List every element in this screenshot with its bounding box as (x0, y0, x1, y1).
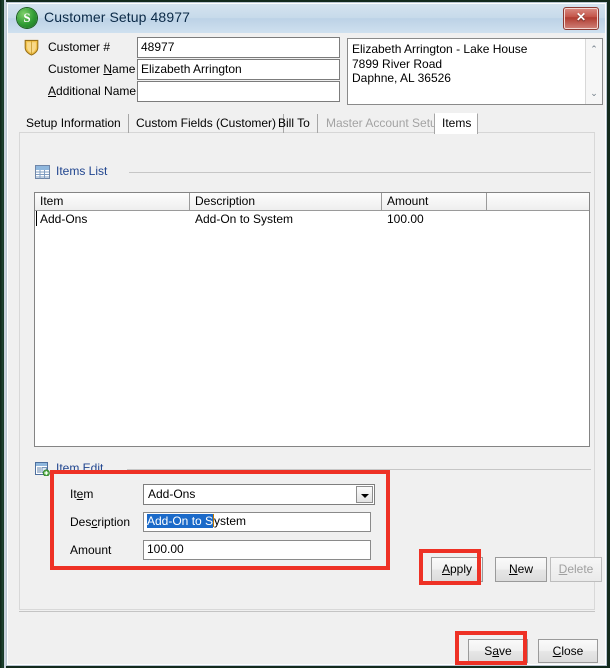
description-field-label: Description (70, 515, 131, 529)
customer-number-input[interactable]: 48977 (137, 37, 340, 58)
address-scrollbar[interactable]: ⌃ ⌄ (585, 39, 602, 104)
scroll-down-icon[interactable]: ⌄ (586, 85, 602, 101)
column-header-item[interactable]: Item (35, 193, 190, 210)
cell-amount: 100.00 (387, 212, 424, 226)
apply-button[interactable]: Apply (431, 557, 483, 582)
item-dropdown-value: Add-Ons (148, 487, 196, 501)
customer-name-label: Customer Name (48, 62, 136, 76)
footer-divider (19, 611, 595, 612)
tab-setup-information[interactable]: Setup Information (19, 114, 129, 133)
cell-item: Add-Ons (40, 212, 88, 226)
items-list-group-header: Items List (35, 164, 591, 181)
item-edit-rule (127, 469, 591, 470)
column-header-description[interactable]: Description (190, 193, 382, 210)
item-edit-title: Item Edit (56, 461, 104, 475)
shield-icon (24, 39, 39, 56)
column-header-blank[interactable] (487, 193, 589, 210)
description-rest-text: ystem (214, 514, 247, 528)
close-button[interactable]: Close (538, 639, 598, 663)
address-line-2: 7899 River Road (352, 56, 443, 71)
item-edit-group-header: Item Edit (35, 461, 591, 478)
close-window-button[interactable]: ✕ (563, 7, 599, 30)
address-line-3: Daphne, AL 36526 (352, 71, 451, 85)
edit-form-icon (35, 462, 50, 477)
table-icon (35, 165, 50, 179)
amount-input[interactable]: 100.00 (143, 540, 371, 560)
items-list-table[interactable]: Item Description Amount Add-Ons Add-On t… (34, 192, 590, 447)
address-line-1: Elizabeth Arrington - Lake House (352, 42, 528, 56)
address-display[interactable]: Elizabeth Arrington - Lake House 7899 Ri… (347, 38, 603, 105)
customer-number-label: Customer # (48, 40, 111, 54)
list-row-caret (36, 211, 37, 226)
customer-name-input[interactable]: Elizabeth Arrington (137, 59, 340, 80)
chevron-down-icon[interactable] (356, 486, 373, 503)
table-row[interactable]: Add-Ons Add-On to System 100.00 (35, 211, 589, 228)
items-list-rule (129, 172, 591, 173)
additional-name-label: Additional Name (48, 84, 137, 98)
description-input[interactable]: Add-On to System (143, 512, 371, 532)
items-list-title: Items List (56, 164, 108, 178)
tab-items[interactable]: Items (434, 113, 478, 134)
desktop-background: S Customer Setup 48977 ✕ Customer # Cust… (0, 0, 610, 668)
cell-description: Add-On to System (195, 212, 294, 226)
app-icon: S (17, 8, 37, 28)
delete-button[interactable]: Delete (550, 557, 602, 582)
save-button[interactable]: Save (468, 639, 528, 663)
amount-field-label: Amount (70, 543, 112, 557)
additional-name-input[interactable] (137, 81, 340, 102)
new-button[interactable]: New (495, 557, 547, 582)
app-icon-letter: S (23, 10, 31, 25)
column-header-amount[interactable]: Amount (382, 193, 487, 210)
title-bar: S Customer Setup 48977 ✕ (8, 4, 605, 34)
item-field-label: Item (70, 487, 94, 501)
item-dropdown[interactable]: Add-Ons (143, 484, 375, 505)
description-selected-text: Add-On to S (147, 514, 214, 528)
close-icon: ✕ (575, 10, 587, 24)
scroll-up-icon[interactable]: ⌃ (586, 41, 602, 57)
tab-bill-to[interactable]: Bill To (271, 114, 318, 133)
tab-custom-fields-customer[interactable]: Custom Fields (Customer) (129, 114, 285, 133)
customer-setup-window: S Customer Setup 48977 ✕ Customer # Cust… (6, 2, 607, 666)
items-list-header-row: Item Description Amount (35, 193, 589, 211)
tab-strip: Setup Information Custom Fields (Custome… (19, 113, 595, 134)
tab-master-account-setup[interactable]: Master Account Setup (319, 114, 452, 133)
window-title: Customer Setup 48977 (44, 9, 190, 25)
